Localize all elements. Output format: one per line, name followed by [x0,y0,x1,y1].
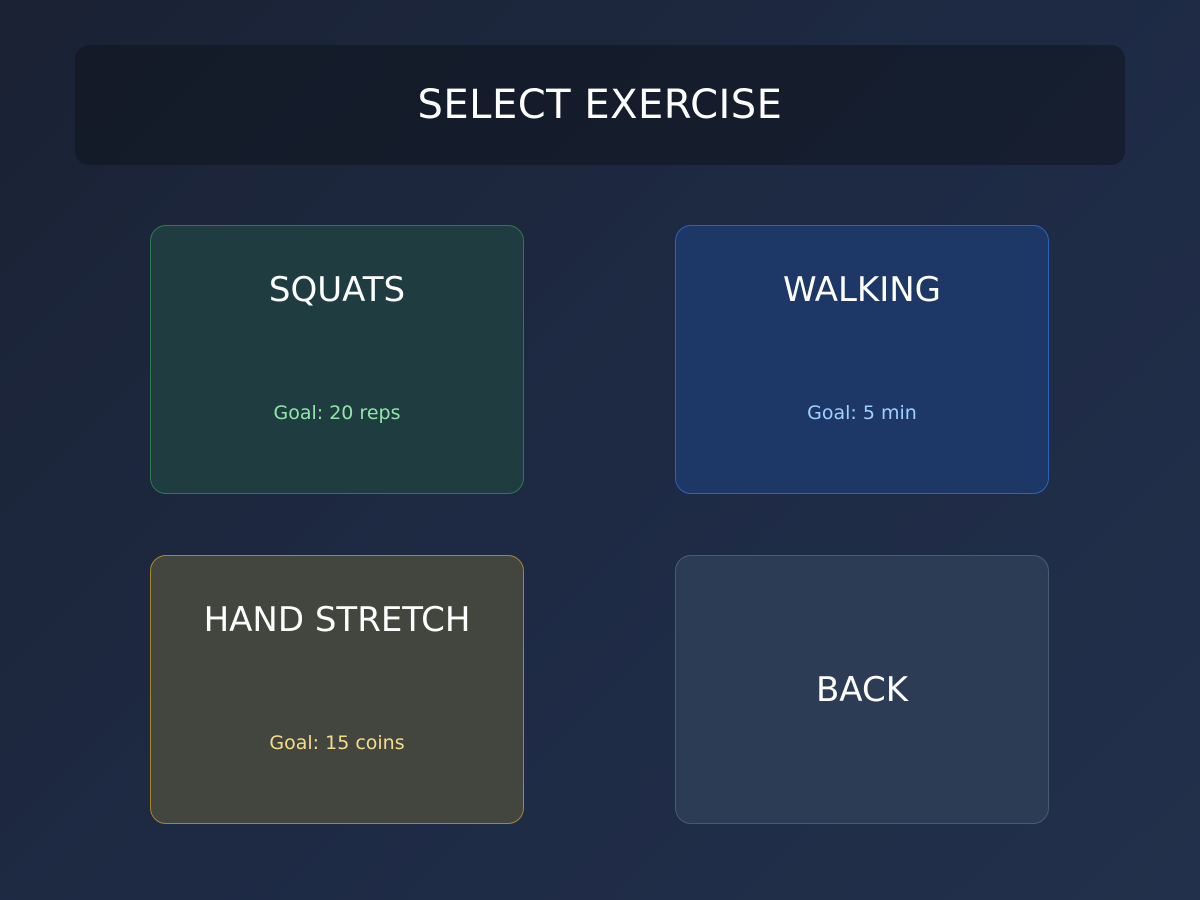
page-title: SELECT EXERCISE [417,82,783,128]
exercise-card-squats[interactable]: SQUATS Goal: 20 reps [150,225,524,494]
back-button-label: BACK [815,669,909,710]
exercise-name: WALKING [782,270,942,310]
exercise-goal: Goal: 5 min [807,402,917,424]
back-button[interactable]: BACK [675,555,1049,824]
exercise-goal: Goal: 20 reps [273,402,401,424]
exercise-card-walking[interactable]: WALKING Goal: 5 min [675,225,1049,494]
header-bar: SELECT EXERCISE [75,45,1125,165]
exercise-name: SQUATS [268,270,406,310]
exercise-name: HAND STRETCH [203,600,471,640]
exercise-goal: Goal: 15 coins [269,732,405,754]
exercise-card-hand-stretch[interactable]: HAND STRETCH Goal: 15 coins [150,555,524,824]
